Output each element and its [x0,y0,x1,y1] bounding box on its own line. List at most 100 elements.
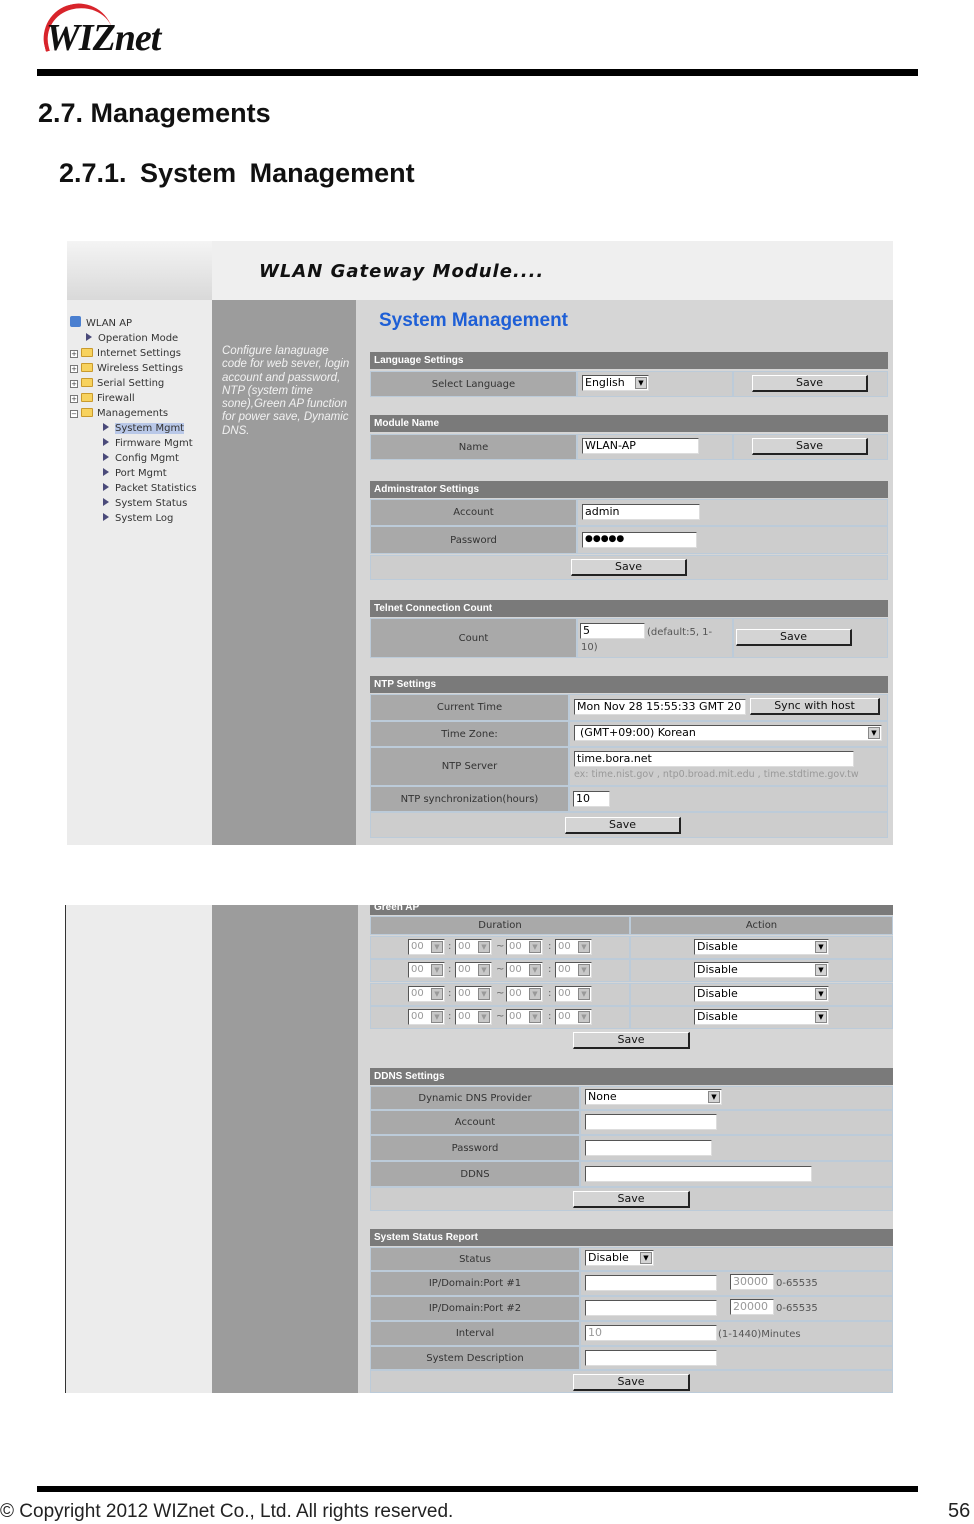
current-time-input[interactable]: Mon Nov 28 15:55:33 GMT 20 [574,699,746,715]
tree-item-serial-setting[interactable]: + Serial Setting [70,376,164,391]
tree-item-firmware-mgmt[interactable]: Firmware Mgmt [103,436,193,451]
ddns-provider-select[interactable]: None ▼ [585,1089,722,1105]
ssr-port1-input[interactable]: 30000 [730,1274,774,1290]
ddns-save-button[interactable]: Save [573,1191,690,1208]
tree-label: Serial Setting [97,378,165,389]
green-ap-time-select[interactable]: 00 ▼ [408,939,445,955]
tree-item-packet-statistics[interactable]: Packet Statistics [103,481,197,496]
green-ap-time-select[interactable]: 00 ▼ [555,1009,592,1025]
chevron-down-icon: ▼ [578,988,590,1000]
language-select[interactable]: English ▼ [582,375,649,391]
green-ap-time-select[interactable]: 00 ▼ [408,962,445,978]
ssr-status-select[interactable]: Disable ▼ [585,1250,654,1266]
expand-icon[interactable]: + [70,395,78,403]
chevron-down-icon: ▼ [635,377,647,389]
tree-item-wireless-settings[interactable]: + Wireless Settings [70,361,183,376]
collapse-icon[interactable]: − [70,410,78,418]
green-ap-save-button[interactable]: Save [573,1032,690,1049]
tree-label: System Status [115,498,188,509]
ssr-interval-label: Interval [370,1321,580,1346]
time-value: 00 [509,1011,522,1022]
telnet-count-input[interactable]: 5 [580,623,645,639]
chevron-down-icon: ▼ [431,988,443,1000]
green-ap-time-select[interactable]: 00 ▼ [506,939,543,955]
tree-item-system-log[interactable]: System Log [103,511,173,526]
chevron-down-icon: ▼ [708,1091,720,1103]
green-ap-time-select[interactable]: 00 ▼ [555,986,592,1002]
ssr-host2-input[interactable] [585,1300,717,1316]
module-name-input[interactable]: WLAN-AP [582,438,699,454]
green-ap-action-select[interactable]: Disable ▼ [694,1009,829,1025]
chevron-down-icon: ▼ [815,988,827,1000]
ssr-desc-input[interactable] [585,1350,717,1366]
green-ap-time-select[interactable]: 00 ▼ [408,1009,445,1025]
green-ap-time-select[interactable]: 00 ▼ [408,986,445,1002]
tree-item-operation-mode[interactable]: Operation Mode [86,331,178,346]
ssr-port2-input[interactable]: 20000 [730,1299,774,1315]
green-ap-action-select[interactable]: Disable ▼ [694,962,829,978]
telnet-hint-cont: 10) [581,642,598,653]
green-ap-action-select[interactable]: Disable ▼ [694,939,829,955]
admin-header: Adminstrator Settings [370,481,888,498]
green-ap-time-select[interactable]: 00 ▼ [555,939,592,955]
tree-label: Port Mgmt [115,468,167,479]
green-ap-time-select[interactable]: 00 ▼ [506,1009,543,1025]
colon-separator: : [448,1011,452,1022]
chevron-down-icon: ▼ [578,941,590,953]
ddns-header: DDNS Settings [370,1068,893,1085]
tree-root[interactable]: WLAN AP [70,316,132,331]
colon-separator: : [448,988,452,999]
tree-item-config-mgmt[interactable]: Config Mgmt [103,451,179,466]
ddns-input[interactable] [585,1166,812,1182]
tree-item-system-status[interactable]: System Status [103,496,187,511]
tree-item-system-mgmt[interactable]: System Mgmt [103,421,185,436]
tree-item-managements[interactable]: − Managements [70,406,168,421]
tree-item-firewall[interactable]: + Firewall [70,391,135,406]
green-ap-time-select[interactable]: 00 ▼ [455,962,492,978]
expand-icon[interactable]: + [70,350,78,358]
language-save-button[interactable]: Save [752,375,868,392]
time-zone-select[interactable]: (GMT+09:00) Korean ▼ [574,725,882,741]
ntp-server-input[interactable]: time.bora.net [574,751,854,767]
green-ap-time-select[interactable]: 00 ▼ [506,986,543,1002]
page-title: System Management [379,310,569,331]
wiznet-logo: WIZnet [36,0,198,59]
chevron-down-icon: ▼ [478,988,490,1000]
tree-item-port-mgmt[interactable]: Port Mgmt [103,466,167,481]
tree-item-internet-settings[interactable]: + Internet Settings [70,346,181,361]
time-value: 00 [509,964,522,975]
green-ap-time-select[interactable]: 00 ▼ [455,939,492,955]
ddns-password-input[interactable] [585,1140,712,1156]
chevron-down-icon: ▼ [578,1011,590,1023]
account-input[interactable]: admin [582,504,700,520]
telnet-save-button[interactable]: Save [736,629,852,646]
green-ap-action-select[interactable]: Disable ▼ [694,986,829,1002]
ddns-account-input[interactable] [585,1114,717,1130]
green-ap-time-select[interactable]: 00 ▼ [455,1009,492,1025]
chevron-down-icon: ▼ [868,727,880,739]
ssr-host1-input[interactable] [585,1275,717,1291]
green-ap-time-select[interactable]: 00 ▼ [506,962,543,978]
page-number: 56 [948,1500,971,1522]
admin-save-button[interactable]: Save [571,559,687,576]
password-input[interactable]: ●●●●● [582,532,697,548]
expand-icon[interactable]: + [70,365,78,373]
time-value: 00 [458,988,471,999]
ntp-sync-input[interactable]: 10 [573,791,610,807]
sync-with-host-button[interactable]: Sync with host [750,698,880,715]
ssr-save-button[interactable]: Save [573,1374,690,1391]
ddns-account-label: Account [370,1110,580,1135]
ntp-server-label: NTP Server [370,747,569,786]
tree-label: Managements [97,408,169,419]
green-ap-time-select[interactable]: 00 ▼ [555,962,592,978]
ntp-save-button[interactable]: Save [565,817,681,834]
expand-icon[interactable]: + [70,380,78,388]
telnet-hint: (default:5, 1- [647,627,713,638]
ssr-interval-input[interactable]: 10 [585,1325,717,1341]
chevron-down-icon: ▼ [478,1011,490,1023]
ddns-password-label: Password [370,1135,580,1161]
arrow-icon [103,453,109,461]
time-value: 00 [411,941,424,952]
green-ap-time-select[interactable]: 00 ▼ [455,986,492,1002]
module-save-button[interactable]: Save [752,438,868,455]
